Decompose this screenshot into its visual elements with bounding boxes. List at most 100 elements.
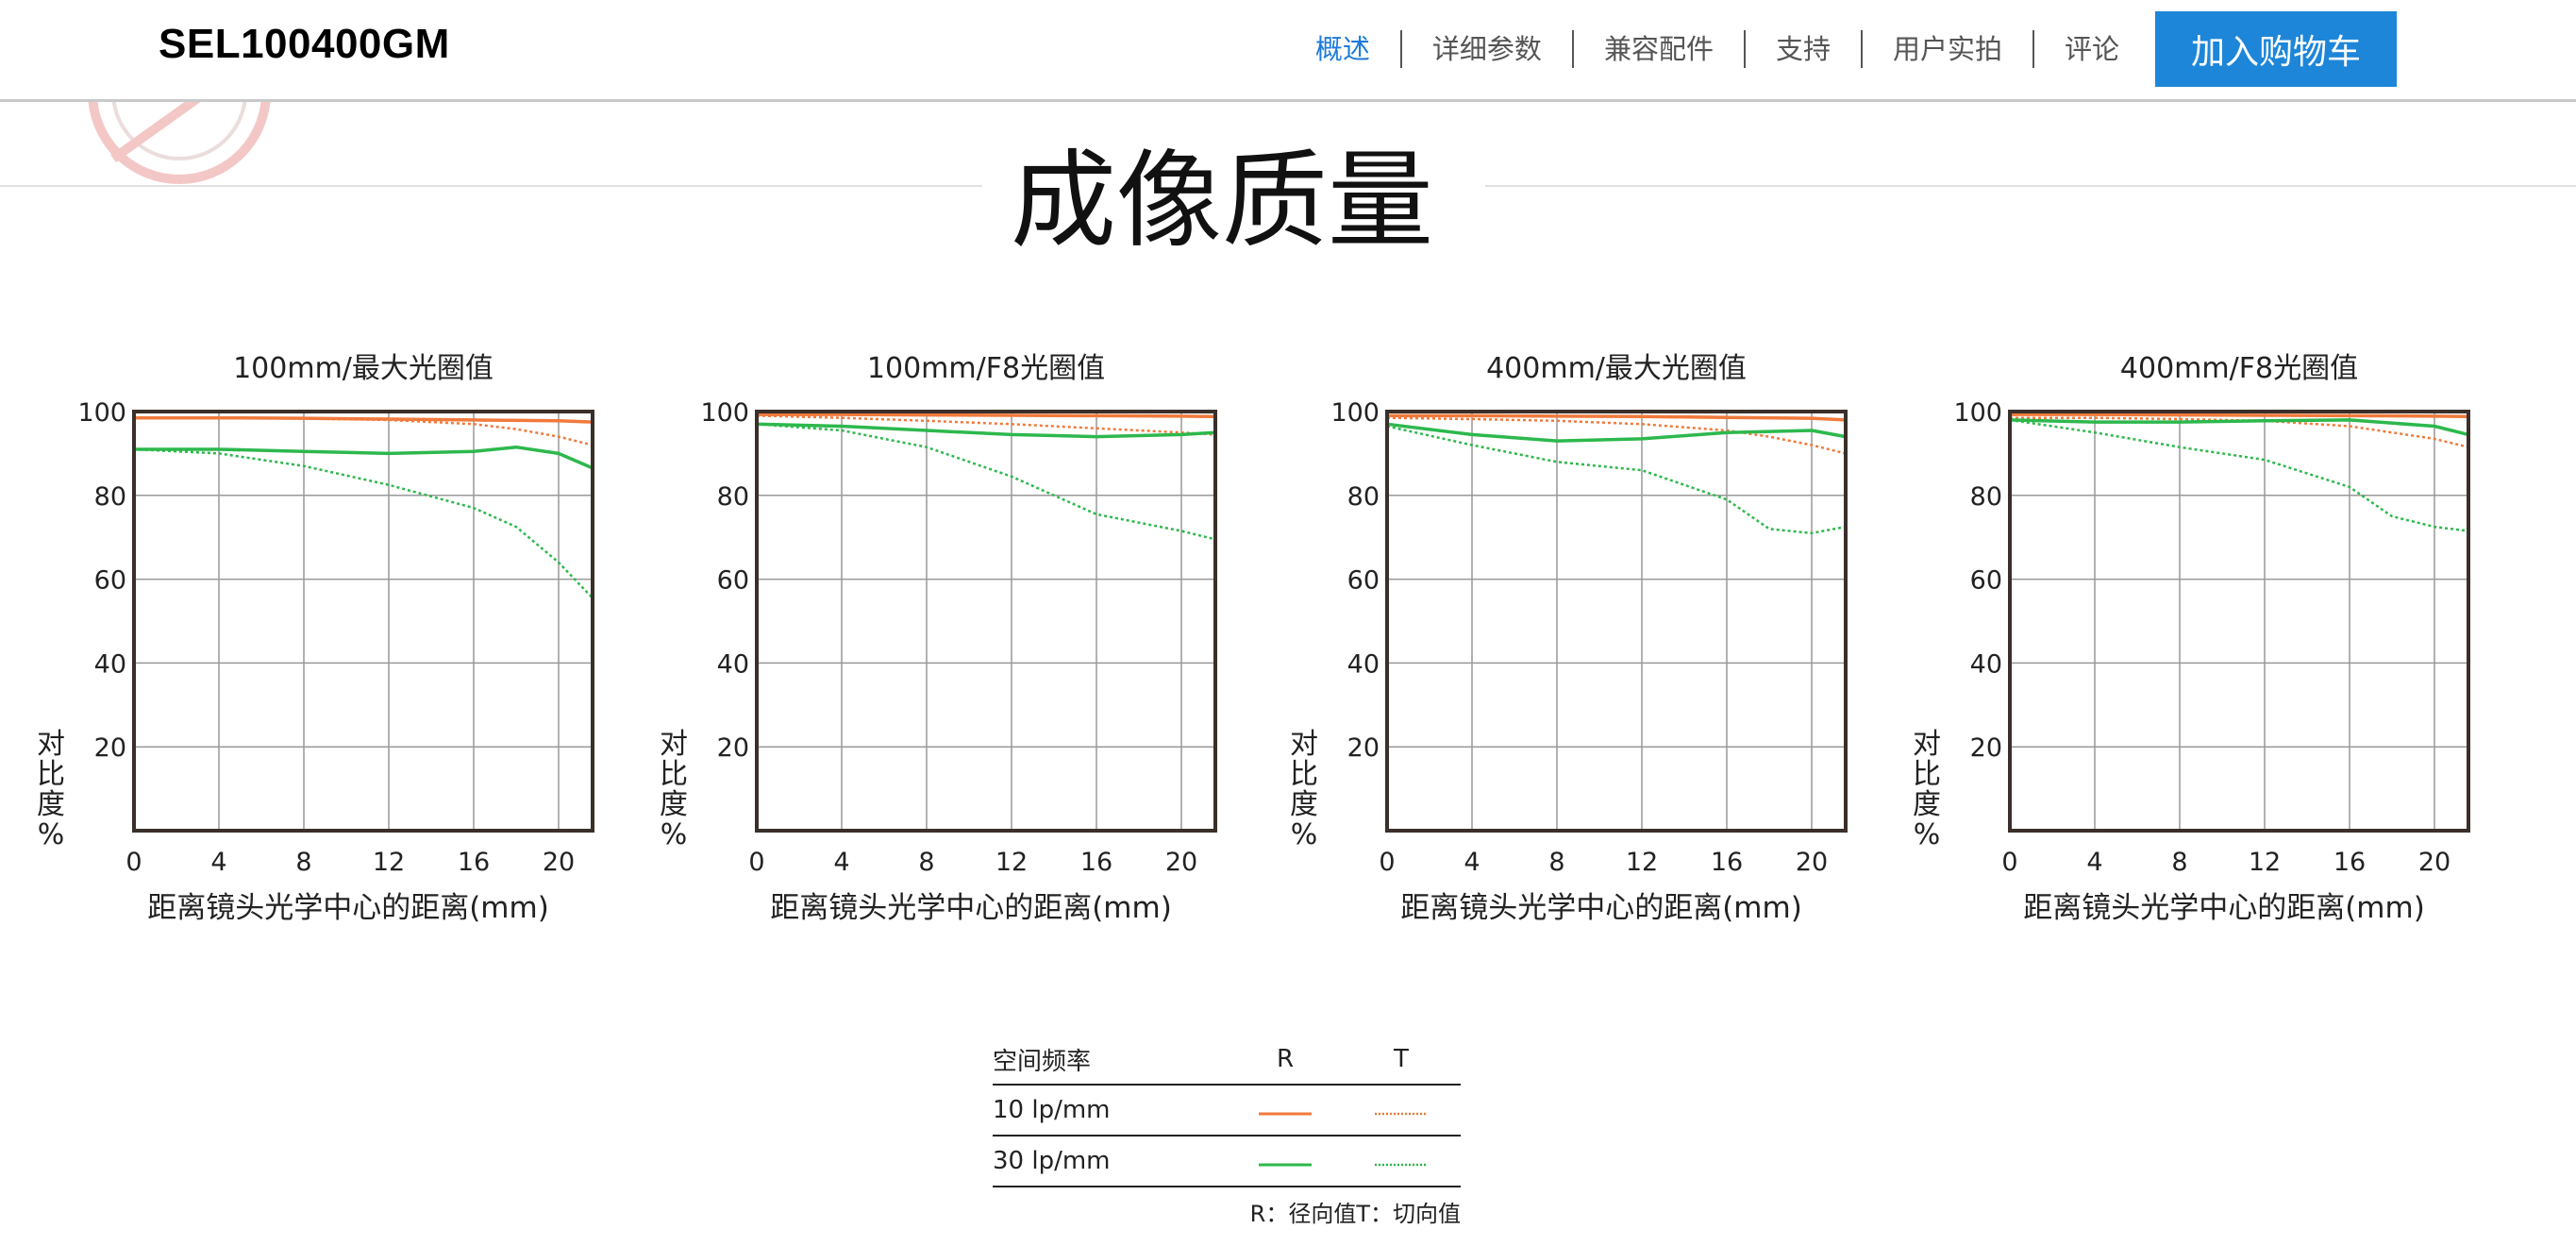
legend-row-30lp: 30 lp/mm [993,1137,1461,1186]
legend-label-30lp: 30 lp/mm [993,1147,1111,1175]
series-line-10-lpmm-r [2010,413,2469,419]
y-tick-label: 40 [1347,649,1380,679]
x-tick-label: 20 [543,848,575,877]
legend-header-r: R [1276,1045,1295,1073]
y-tick-label: 20 [1970,733,2002,763]
x-tick-label: 4 [1464,848,1480,877]
y-tick-label: 60 [1347,566,1380,596]
series-line-30-lpmm-r [134,445,594,470]
x-tick-label: 4 [833,848,849,877]
x-axis-label: 距离镜头光学中心的距离(mm) [770,891,1172,925]
y-axis-label-char: 对 [1290,728,1318,761]
y-axis-label-char: 度 [660,788,688,821]
y-axis-label-char: 比 [37,758,65,791]
y-tick-label: 40 [94,649,126,679]
plot-frame [1385,410,1848,833]
y-axis-label-char: 度 [37,788,65,821]
x-tick-label: 16 [458,848,490,877]
legend-divider [993,1186,1461,1187]
y-axis-label-char: % [1291,818,1318,851]
series-line-30-lpmm-r [2009,418,2469,437]
legend-header-frequency: 空间频率 [993,1047,1092,1076]
y-tick-label: 20 [717,733,749,763]
legend-swatch-30lp-t [1342,1147,1461,1175]
x-axis-label: 距离镜头光学中心的距离(mm) [2023,891,2425,925]
x-tick-label: 0 [2001,848,2017,877]
y-tick-label: 80 [1347,482,1380,512]
mtf-chart-2: 100mm/F8光圈值 20 40 60 80 100 0 4 8 12 16 20 距离镜头光学中心的… [660,352,1217,925]
y-tick-label: 100 [1330,398,1380,428]
plot-frame [132,410,594,833]
y-tick-label: 80 [94,482,126,512]
x-tick-label: 20 [1165,848,1197,877]
x-tick-label: 12 [2249,848,2281,877]
series-line-30-lpmm-t [756,423,1216,541]
y-tick-label: 80 [717,482,749,512]
legend-row-10lp: 10 lp/mm [993,1086,1461,1135]
legend-swatch-10lp-t [1342,1096,1461,1124]
x-tick-label: 8 [295,848,311,877]
legend-header-t: T [1394,1045,1409,1073]
plot-frame [755,410,1217,833]
mtf-chart-3: 400mm/最大光圈值 20 40 60 80 100 0 4 8 12 16 20 距离镜头光学中心的… [1290,352,1848,925]
y-axis-label-char: 比 [1290,758,1318,791]
mtf-chart-4: 400mm/F8光圈值 20 40 60 80 100 0 4 8 12 16 20 距离镜头光学中心的… [1913,352,2470,925]
series-line-10-lpmm-t [1386,416,1847,455]
y-tick-label: 100 [1953,398,2002,428]
plot-frame [2008,410,2470,833]
chart-title: 400mm/最大光圈值 [1486,352,1747,385]
y-axis-label-char: % [661,818,688,851]
x-tick-label: 8 [2171,848,2187,877]
x-tick-label: 8 [918,848,934,877]
legend-header-row: 空间频率 R T [993,1035,1461,1084]
y-tick-label: 40 [1970,649,2002,679]
y-tick-label: 20 [1347,733,1380,763]
mtf-chart-1: 100mm/最大光圈值 20 40 60 80 100 0 4 8 12 16 20 距离镜头光学中心的… [37,352,594,925]
x-tick-label: 0 [1379,848,1395,877]
x-tick-label: 16 [1080,848,1112,877]
x-tick-label: 0 [748,848,764,877]
y-axis-label-char: 比 [1913,758,1941,791]
series-line-30-lpmm-t [1386,425,1847,535]
y-axis-label-char: 度 [1290,788,1318,821]
legend-note: R：径向值T：切向值 [1249,1201,1461,1227]
x-tick-label: 20 [2418,848,2451,877]
x-tick-label: 20 [1796,848,1828,877]
x-tick-label: 12 [373,848,405,877]
x-tick-label: 4 [2086,848,2102,877]
y-axis-label-char: % [38,818,65,851]
y-axis-label-char: 对 [37,728,65,761]
y-tick-label: 100 [700,398,749,428]
x-tick-label: 12 [995,848,1028,877]
chart-title: 100mm/F8光圈值 [867,352,1105,385]
y-tick-label: 60 [94,566,126,596]
series-line-30-lpmm-t [133,447,594,599]
x-tick-label: 12 [1626,848,1658,877]
x-tick-label: 16 [2333,848,2366,877]
legend-swatch-30lp-r [1229,1147,1342,1175]
x-tick-label: 16 [1711,848,1743,877]
x-axis-label: 距离镜头光学中心的距离(mm) [1400,891,1802,925]
x-tick-label: 4 [210,848,226,877]
y-axis-label-char: 比 [660,758,688,791]
x-tick-label: 8 [1548,848,1564,877]
legend-label-10lp: 10 lp/mm [993,1096,1111,1124]
y-tick-label: 40 [717,649,749,679]
series-line-10-lpmm-r [757,413,1216,419]
y-tick-label: 20 [94,733,126,763]
mtf-charts: 100mm/最大光圈值204060801000 4 8 12 16 20距离镜头光学中心的… [37,352,2470,925]
y-tick-label: 60 [1970,566,2002,596]
series-line-30-lpmm-t [2009,418,2469,532]
chart-title: 100mm/最大光圈值 [233,352,493,385]
y-axis-label-char: 度 [1913,788,1941,821]
x-axis-label: 距离镜头光学中心的距离(mm) [147,891,549,925]
y-tick-label: 80 [1970,482,2002,512]
y-axis-label-char: 对 [1913,728,1941,761]
y-tick-label: 60 [717,566,749,596]
legend-table: 空间频率 R T 10 lp/mm 30 lp/mm R：径向值T：切向值 [993,1035,1461,1228]
y-tick-label: 100 [77,398,126,428]
y-axis-label-char: 对 [660,728,688,761]
chart-title: 400mm/F8光圈值 [2120,352,2358,385]
x-tick-label: 0 [125,848,142,877]
y-axis-label-char: % [1914,818,1941,851]
